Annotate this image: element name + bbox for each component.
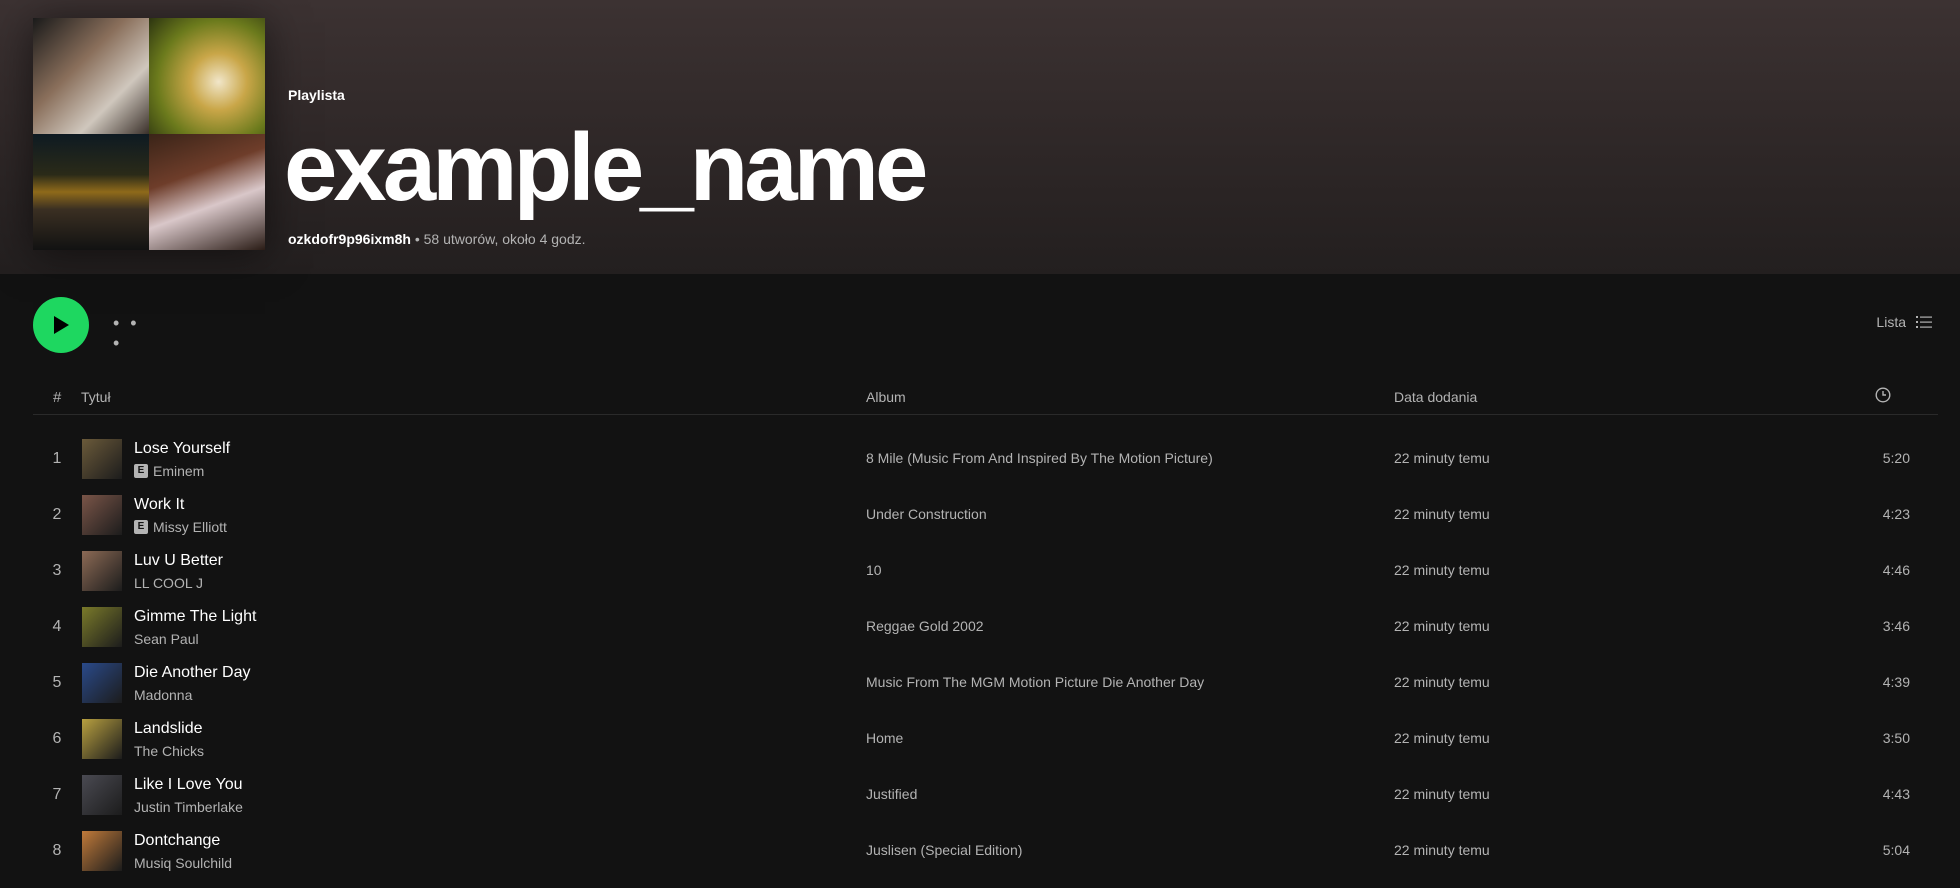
track-number: 5 <box>52 674 62 691</box>
column-album[interactable]: Album <box>866 389 906 405</box>
track-cover-thumbnail <box>82 439 122 479</box>
track-title[interactable]: Gimme The Light <box>134 608 256 626</box>
column-number: # <box>53 389 62 406</box>
track-cover-thumbnail <box>82 495 122 535</box>
track-artist-line: Justin Timberlake <box>134 799 243 815</box>
track-album-link[interactable]: Juslisen (Special Edition) <box>866 842 1022 858</box>
track-artist-line: Musiq Soulchild <box>134 855 232 871</box>
playlist-meta: ozkdofr9p96ixm8h • 58 utworów, około 4 g… <box>288 231 586 247</box>
playlist-stats: • 58 utworów, około 4 godz. <box>410 231 586 247</box>
clock-icon <box>1875 387 1891 403</box>
track-number: 6 <box>52 730 62 747</box>
track-title[interactable]: Luv U Better <box>134 552 223 570</box>
track-artist-link[interactable]: Sean Paul <box>134 631 199 647</box>
track-date-added: 22 minuty temu <box>1394 674 1490 690</box>
track-duration: 4:39 <box>1882 674 1910 690</box>
track-date-added: 22 minuty temu <box>1394 450 1490 466</box>
track-artist-line: E Missy Elliott <box>134 519 227 535</box>
play-icon <box>54 316 69 334</box>
playlist-title[interactable]: example_name <box>284 108 928 228</box>
track-duration: 4:43 <box>1882 786 1910 802</box>
track-number: 4 <box>52 618 62 635</box>
more-options-button[interactable]: • • • <box>113 313 147 353</box>
track-title[interactable]: Die Another Day <box>134 664 251 682</box>
track-artist-link[interactable]: Madonna <box>134 687 192 703</box>
tracklist-header: # Tytuł Album Data dodania <box>33 380 1938 415</box>
track-album-link[interactable]: Reggae Gold 2002 <box>866 618 984 634</box>
track-title[interactable]: Landslide <box>134 720 203 738</box>
track-number: 7 <box>52 786 62 803</box>
track-cover-thumbnail <box>82 551 122 591</box>
track-artist-link[interactable]: LL COOL J <box>134 575 203 591</box>
track-artist-link[interactable]: Missy Elliott <box>153 519 227 535</box>
track-number: 2 <box>52 506 62 523</box>
track-title[interactable]: Dontchange <box>134 832 220 850</box>
track-row[interactable]: 4 Gimme The Light Sean Paul Reggae Gold … <box>33 599 1938 655</box>
column-duration[interactable] <box>1875 387 1891 406</box>
column-date-added[interactable]: Data dodania <box>1394 389 1477 405</box>
track-duration: 3:46 <box>1882 618 1910 634</box>
track-date-added: 22 minuty temu <box>1394 730 1490 746</box>
track-title[interactable]: Work It <box>134 496 184 514</box>
play-button[interactable] <box>33 297 89 353</box>
track-artist-line: The Chicks <box>134 743 204 759</box>
playlist-owner-link[interactable]: ozkdofr9p96ixm8h <box>288 231 411 247</box>
track-duration: 5:04 <box>1882 842 1910 858</box>
track-row[interactable]: 5 Die Another Day Madonna Music From The… <box>33 655 1938 711</box>
list-view-icon <box>1916 316 1932 328</box>
track-artist-line: LL COOL J <box>134 575 203 591</box>
track-artist-line: Madonna <box>134 687 192 703</box>
track-cover-thumbnail <box>82 607 122 647</box>
track-album-link[interactable]: Under Construction <box>866 506 987 522</box>
track-row[interactable]: 1 Lose Yourself E Eminem 8 Mile (Music F… <box>33 431 1938 487</box>
track-row[interactable]: 6 Landslide The Chicks Home 22 minuty te… <box>33 711 1938 767</box>
cover-art-tile <box>33 134 149 250</box>
view-mode-label: Lista <box>1876 314 1906 330</box>
track-cover-thumbnail <box>82 775 122 815</box>
track-date-added: 22 minuty temu <box>1394 506 1490 522</box>
track-title[interactable]: Like I Love You <box>134 776 243 794</box>
explicit-badge: E <box>134 464 148 478</box>
track-number: 8 <box>52 842 62 859</box>
track-album-link[interactable]: Home <box>866 730 903 746</box>
track-artist-line: E Eminem <box>134 463 204 479</box>
track-artist-line: Sean Paul <box>134 631 199 647</box>
track-album-link[interactable]: 10 <box>866 562 882 578</box>
track-number: 3 <box>52 562 62 579</box>
column-title[interactable]: Tytuł <box>81 389 111 405</box>
track-artist-link[interactable]: Justin Timberlake <box>134 799 243 815</box>
explicit-badge: E <box>134 520 148 534</box>
cover-art-tile <box>149 18 265 134</box>
track-artist-link[interactable]: Musiq Soulchild <box>134 855 232 871</box>
track-date-added: 22 minuty temu <box>1394 786 1490 802</box>
track-artist-link[interactable]: Eminem <box>153 463 204 479</box>
playlist-cover <box>33 18 265 250</box>
track-number: 1 <box>52 450 62 467</box>
track-duration: 5:20 <box>1882 450 1910 466</box>
track-row[interactable]: 3 Luv U Better LL COOL J 10 22 minuty te… <box>33 543 1938 599</box>
track-cover-thumbnail <box>82 719 122 759</box>
track-date-added: 22 minuty temu <box>1394 562 1490 578</box>
track-title[interactable]: Lose Yourself <box>134 440 230 458</box>
track-row[interactable]: 2 Work It E Missy Elliott Under Construc… <box>33 487 1938 543</box>
playlist-type-label: Playlista <box>288 87 345 103</box>
track-cover-thumbnail <box>82 663 122 703</box>
tracklist: 1 Lose Yourself E Eminem 8 Mile (Music F… <box>33 431 1938 879</box>
track-artist-link[interactable]: The Chicks <box>134 743 204 759</box>
playlist-header: Playlista example_name ozkdofr9p96ixm8h … <box>0 0 1960 274</box>
track-duration: 3:50 <box>1882 730 1910 746</box>
cover-art-tile <box>33 18 149 134</box>
track-date-added: 22 minuty temu <box>1394 842 1490 858</box>
track-cover-thumbnail <box>82 831 122 871</box>
track-row[interactable]: 7 Like I Love You Justin Timberlake Just… <box>33 767 1938 823</box>
track-album-link[interactable]: Justified <box>866 786 917 802</box>
view-mode-toggle[interactable]: Lista <box>1876 314 1932 330</box>
track-date-added: 22 minuty temu <box>1394 618 1490 634</box>
cover-art-tile <box>149 134 265 250</box>
track-album-link[interactable]: 8 Mile (Music From And Inspired By The M… <box>866 450 1213 466</box>
track-duration: 4:46 <box>1882 562 1910 578</box>
track-duration: 4:23 <box>1882 506 1910 522</box>
track-row[interactable]: 8 Dontchange Musiq Soulchild Juslisen (S… <box>33 823 1938 879</box>
track-album-link[interactable]: Music From The MGM Motion Picture Die An… <box>866 674 1204 690</box>
